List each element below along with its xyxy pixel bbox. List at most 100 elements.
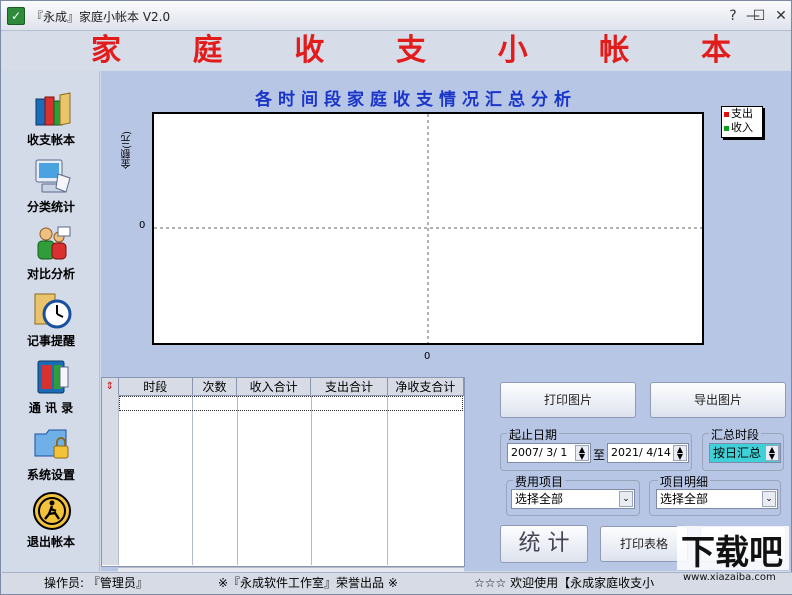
date-range-label: 起止日期 — [507, 426, 560, 443]
sidebar-item-contacts[interactable]: 通 讯 录 — [2, 353, 100, 419]
computer-icon — [35, 159, 71, 193]
help-button[interactable]: ? — [723, 7, 743, 25]
people-icon — [37, 226, 71, 260]
window-title: 『永成』家庭小帐本 V2.0 — [31, 10, 171, 24]
banner-char: 家 — [91, 33, 121, 68]
legend-swatch — [724, 125, 729, 131]
start-date-picker[interactable]: 2007/ 3/ 1 ▲ ▼ — [507, 443, 591, 463]
chart-legend: 支出 收入 — [721, 106, 763, 138]
banner-char: 支 — [395, 33, 426, 68]
welcome-status: ☆☆☆ 欢迎使用【永成家庭收支小 — [474, 576, 655, 590]
sidebar-item-category-stats[interactable]: 分类统计 — [2, 152, 100, 218]
sidebar-item-label: 退出帐本 — [26, 535, 75, 549]
folder-lock-icon — [34, 429, 69, 459]
date-spinner-icon[interactable]: ▲ ▼ — [575, 445, 589, 461]
banner-char: 收 — [294, 33, 325, 68]
status-bar: 操作员: 『管理员』 ※『永成软件工作室』荣誉出品 ※ ☆☆☆ 欢迎使用【永成家… — [2, 572, 792, 594]
maximize-button[interactable]: ☐ — [749, 7, 769, 25]
close-icon: ✕ — [775, 8, 787, 24]
period-value: 按日汇总 — [713, 446, 762, 460]
end-date-picker[interactable]: 2021/ 4/14 ▲ ▼ — [607, 443, 689, 463]
banner-char: 帐 — [599, 33, 630, 68]
sort-icon[interactable]: ⇕ — [102, 378, 119, 396]
item-detail-value: 选择全部 — [660, 492, 709, 506]
maximize-icon: ☐ — [752, 8, 766, 24]
sidebar: 收支帐本 分类统计 对比分析 记事提醒 通 讯 录 系统设置 退出帐本 — [2, 71, 100, 571]
watermark-logo: 下载吧 www.xiazaiba.com — [677, 526, 789, 582]
y-axis-label: 金额(元) — [122, 131, 133, 169]
banner-char: 小 — [497, 33, 528, 68]
table-column — [119, 395, 193, 565]
title-bar[interactable]: ✓ 『永成』家庭小帐本 V2.0 ? — ☐ ✕ — [1, 1, 791, 31]
banner-title: 家 庭 收 支 小 帐 本 — [91, 32, 731, 70]
sidebar-item-label: 通 讯 录 — [28, 401, 74, 415]
sidebar-item-comparison[interactable]: 对比分析 — [2, 219, 100, 285]
sidebar-item-exit[interactable]: 退出帐本 — [2, 487, 100, 553]
statistics-button[interactable]: 统 计 — [500, 525, 588, 563]
column-header[interactable]: 支出合计 — [310, 378, 388, 396]
app-icon[interactable]: ✓ — [7, 7, 25, 25]
expense-item-select[interactable]: 选择全部 ⌄ — [511, 489, 635, 509]
table-column — [193, 395, 238, 565]
item-detail-select[interactable]: 选择全部 ⌄ — [656, 489, 778, 509]
exit-icon — [33, 492, 71, 530]
legend-swatch — [724, 111, 729, 117]
column-header[interactable]: 收入合计 — [236, 378, 312, 396]
item-detail-label: 项目明细 — [658, 473, 711, 490]
banner-char: 庭 — [192, 33, 223, 68]
to-label: 至 — [593, 448, 606, 462]
help-icon: ? — [729, 8, 737, 24]
period-group: 汇总时段 按日汇总 ▲ ▼ — [702, 426, 784, 471]
banner-char: 本 — [700, 33, 731, 68]
chart-plot-area — [152, 112, 704, 345]
app-window: ✓ 『永成』家庭小帐本 V2.0 ? — ☐ ✕ 家 庭 收 支 小 帐 本 收… — [0, 0, 792, 595]
expense-item-value: 选择全部 — [515, 492, 564, 506]
sidebar-item-label: 记事提醒 — [26, 334, 75, 348]
print-image-button[interactable]: 打印图片 — [500, 382, 636, 418]
start-date-value: 2007/ 3/ 1 — [511, 446, 568, 459]
credit-status: ※『永成软件工作室』荣誉出品 ※ — [218, 576, 398, 590]
export-image-button[interactable]: 导出图片 — [650, 382, 786, 418]
sidebar-item-settings[interactable]: 系统设置 — [2, 420, 100, 486]
operator-status: 操作员: 『管理员』 — [44, 576, 148, 590]
sidebar-item-ledger[interactable]: 收支帐本 — [2, 85, 100, 151]
chart-title: 各时间段家庭收支情况汇总分析 — [255, 90, 577, 110]
print-table-button[interactable]: 打印表格 — [600, 526, 688, 562]
table-body[interactable] — [102, 395, 464, 583]
chevron-down-icon[interactable]: ⌄ — [762, 491, 776, 507]
date-spinner-icon[interactable]: ▲ ▼ — [673, 445, 687, 461]
date-range-group: 起止日期 2007/ 3/ 1 ▲ ▼ 至 2021/ 4/14 ▲ ▼ — [500, 426, 692, 471]
table-column — [312, 395, 388, 565]
sidebar-item-reminder[interactable]: 记事提醒 — [2, 286, 100, 352]
sidebar-item-label: 分类统计 — [26, 200, 75, 214]
x-tick-label: 0 — [424, 351, 431, 362]
column-header[interactable]: 次数 — [192, 378, 238, 396]
expense-item-group: 费用项目 选择全部 ⌄ — [506, 473, 640, 516]
legend-label: 收入 — [731, 121, 753, 134]
row-header-column — [102, 395, 119, 565]
period-label: 汇总时段 — [709, 426, 762, 443]
summary-table[interactable]: ⇕ 时段 次数 收入合计 支出合计 净收支合计 — [101, 377, 465, 583]
legend-label: 支出 — [731, 107, 753, 120]
app-banner: 家 庭 收 支 小 帐 本 — [1, 32, 791, 70]
end-date-value: 2021/ 4/14 — [611, 446, 671, 459]
table-header: ⇕ 时段 次数 收入合计 支出合计 净收支合计 — [102, 378, 465, 396]
table-column — [238, 395, 312, 565]
expense-item-label: 费用项目 — [513, 473, 566, 490]
svg-text:www.xiazaiba.com: www.xiazaiba.com — [683, 572, 776, 582]
table-row[interactable] — [119, 396, 463, 411]
column-header[interactable]: 时段 — [118, 378, 193, 396]
column-header[interactable]: 净收支合计 — [387, 378, 465, 396]
books-icon — [35, 92, 71, 126]
clock-icon — [34, 293, 72, 329]
address-book-icon — [37, 360, 69, 394]
y-tick-label: 0 — [139, 220, 146, 231]
period-select[interactable]: 按日汇总 ▲ ▼ — [709, 443, 781, 463]
chevron-down-icon[interactable]: ⌄ — [619, 491, 633, 507]
legend-entry-expense: 支出 — [724, 107, 762, 121]
period-spinner-icon[interactable]: ▲ ▼ — [765, 445, 779, 461]
close-button[interactable]: ✕ — [771, 7, 791, 25]
sidebar-item-label: 系统设置 — [26, 468, 75, 482]
sidebar-item-label: 对比分析 — [26, 267, 75, 281]
legend-entry-income: 收入 — [724, 121, 762, 135]
